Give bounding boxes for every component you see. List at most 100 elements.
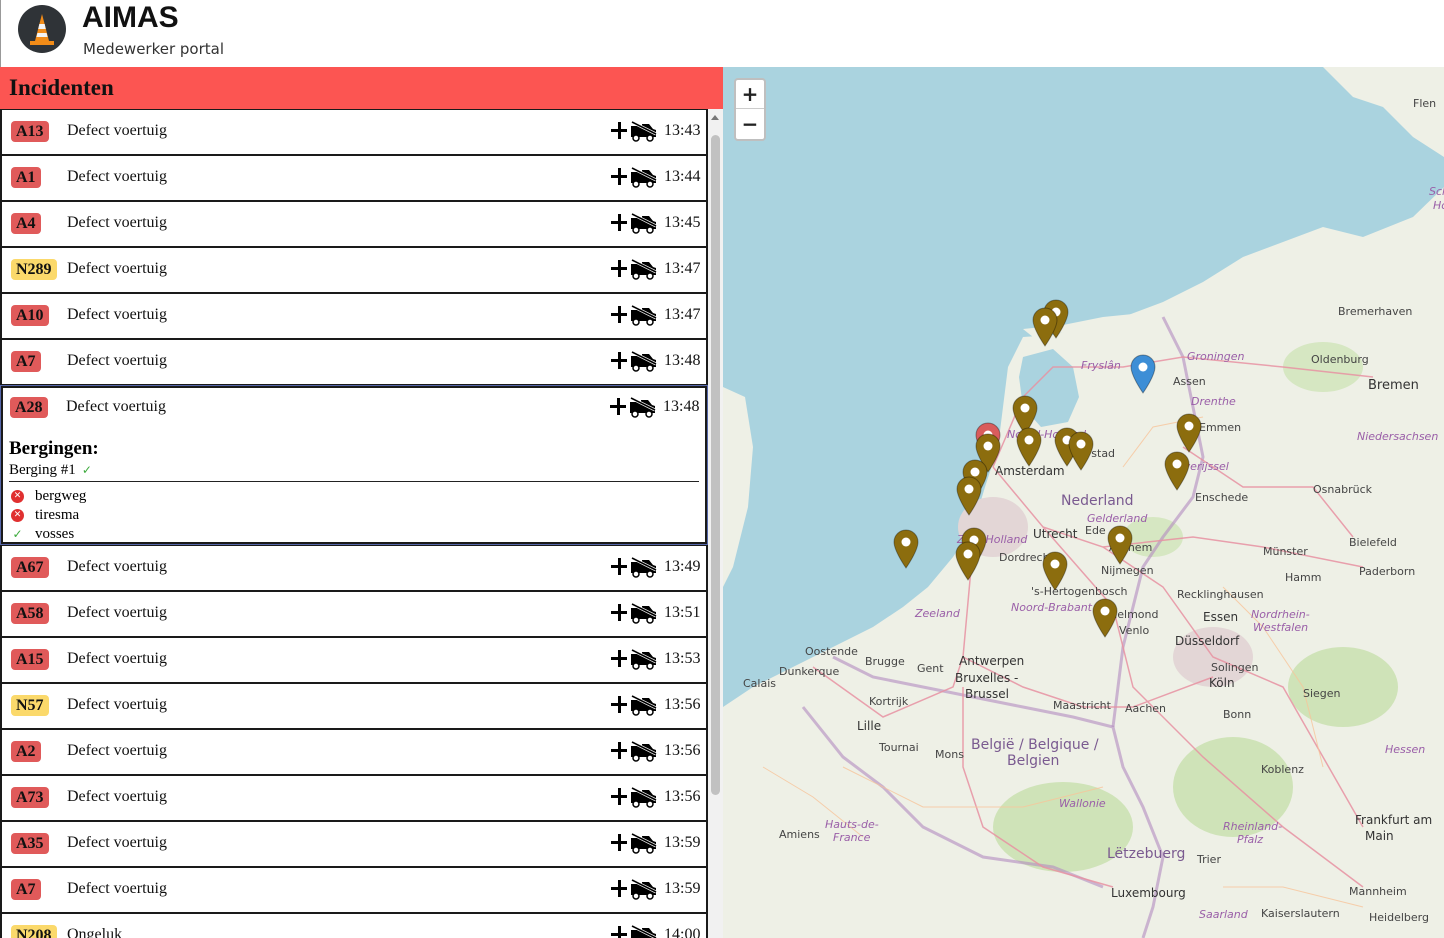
add-icon[interactable]: [611, 303, 627, 327]
add-icon[interactable]: [611, 211, 627, 235]
tow-truck-icon[interactable]: [630, 258, 658, 280]
add-icon[interactable]: [611, 831, 627, 855]
incident-row[interactable]: A73 Defect voertuig 13:56: [2, 776, 706, 820]
add-icon[interactable]: [611, 693, 627, 717]
add-icon[interactable]: [611, 647, 627, 671]
incident-row[interactable]: A15 Defect voertuig 13:53: [2, 638, 706, 682]
map-marker-pin-icon[interactable]: [1107, 525, 1133, 565]
incident-row[interactable]: A10 Defect voertuig 13:47: [2, 294, 706, 338]
incident-item[interactable]: A2 Defect voertuig 13:56: [0, 729, 708, 775]
tow-truck-icon[interactable]: [630, 832, 658, 854]
incident-item[interactable]: A28 Defect voertuig 13:48 Bergingen: Berging…: [0, 385, 708, 545]
tow-truck-icon[interactable]: [630, 350, 658, 372]
map-marker-pin-icon[interactable]: [956, 476, 982, 516]
tow-truck-icon[interactable]: [630, 878, 658, 900]
incident-row[interactable]: A13 Defect voertuig 13:43: [2, 110, 706, 154]
map-place-label: Mannheim: [1349, 885, 1407, 898]
tow-truck-icon[interactable]: [630, 556, 658, 578]
incident-item[interactable]: A13 Defect voertuig 13:43: [0, 109, 708, 155]
incident-item[interactable]: A7 Defect voertuig 13:48: [0, 339, 708, 385]
incident-row[interactable]: A58 Defect voertuig 13:51: [2, 592, 706, 636]
incident-time: 13:47: [664, 306, 701, 323]
add-icon[interactable]: [611, 601, 627, 625]
map-marker-pin-icon[interactable]: [1164, 451, 1190, 491]
berging-label: Berging #1: [9, 462, 76, 478]
zoom-in-button[interactable]: +: [736, 80, 764, 109]
map-place-label: Antwerpen: [959, 654, 1025, 668]
tow-truck-icon[interactable]: [630, 648, 658, 670]
rejected-x-icon: ✕: [11, 509, 24, 522]
add-icon[interactable]: [611, 257, 627, 281]
scroll-up-arrow-icon[interactable]: [711, 115, 719, 120]
incident-item[interactable]: A73 Defect voertuig 13:56: [0, 775, 708, 821]
map-marker-pin-icon[interactable]: [1032, 307, 1058, 347]
scrollbar[interactable]: [708, 109, 723, 938]
map-place-label: Brussel: [965, 687, 1009, 701]
map-marker-pin-icon[interactable]: [955, 541, 981, 581]
incident-item[interactable]: A7 Defect voertuig 13:59: [0, 867, 708, 913]
add-icon[interactable]: [611, 877, 627, 901]
add-icon[interactable]: [611, 923, 627, 938]
incident-row[interactable]: N208 Ongeluk 14:00: [2, 914, 706, 938]
road-badge: A7: [11, 879, 41, 900]
berging-header[interactable]: Berging #1 ✓: [9, 462, 699, 482]
add-icon[interactable]: [611, 555, 627, 579]
map-place-label: Utrecht: [1033, 527, 1078, 541]
add-icon[interactable]: [611, 119, 627, 143]
map-marker-pin-icon[interactable]: [1092, 598, 1118, 638]
incident-row[interactable]: A7 Defect voertuig 13:48: [2, 340, 706, 384]
add-icon[interactable]: [611, 165, 627, 189]
tow-truck-icon[interactable]: [630, 694, 658, 716]
map-view[interactable]: + − Flen SchHo Bremerhaven Groningen Oldenbu…: [723, 67, 1444, 938]
incident-item[interactable]: A4 Defect voertuig 13:45: [0, 201, 708, 247]
incident-item[interactable]: A1 Defect voertuig 13:44: [0, 155, 708, 201]
tow-truck-icon[interactable]: [630, 740, 658, 762]
tow-truck-icon[interactable]: [630, 120, 658, 142]
map-place-label: Recklinghausen: [1177, 588, 1264, 601]
tow-truck-icon[interactable]: [630, 212, 658, 234]
add-icon[interactable]: [611, 739, 627, 763]
map-marker-pin-icon[interactable]: [1176, 413, 1202, 453]
tow-truck-icon[interactable]: [630, 304, 658, 326]
incident-row[interactable]: A28 Defect voertuig 13:48: [1, 386, 707, 430]
map-marker-pin-icon[interactable]: [1068, 431, 1094, 471]
add-icon[interactable]: [611, 349, 627, 373]
incident-row[interactable]: A67 Defect voertuig 13:49: [2, 546, 706, 590]
add-icon[interactable]: [610, 395, 626, 419]
map-place-label: Lëtzebuerg: [1107, 846, 1186, 862]
map-marker-pin-icon[interactable]: [1130, 354, 1156, 394]
map-marker-pin-icon[interactable]: [1042, 551, 1068, 591]
incident-panel: Incidenten A13 Defect voertuig 13:43 A1 Defe…: [0, 67, 723, 938]
tow-truck-icon[interactable]: [629, 396, 657, 418]
map-place-label: Trier: [1197, 853, 1221, 866]
incident-row[interactable]: A35 Defect voertuig 13:59: [2, 822, 706, 866]
incident-row[interactable]: A7 Defect voertuig 13:59: [2, 868, 706, 912]
road-badge: A67: [11, 557, 49, 578]
incident-item[interactable]: N57 Defect voertuig 13:56: [0, 683, 708, 729]
incident-item[interactable]: N208 Ongeluk 14:00: [0, 913, 708, 938]
map-marker-pin-icon[interactable]: [893, 529, 919, 569]
tow-truck-icon[interactable]: [630, 602, 658, 624]
map-marker-pin-icon[interactable]: [1016, 427, 1042, 467]
incident-time: 13:53: [664, 650, 701, 667]
incident-row[interactable]: A1 Defect voertuig 13:44: [2, 156, 706, 200]
incident-row[interactable]: A2 Defect voertuig 13:56: [2, 730, 706, 774]
incident-item[interactable]: A58 Defect voertuig 13:51: [0, 591, 708, 637]
incident-item[interactable]: A10 Defect voertuig 13:47: [0, 293, 708, 339]
tow-truck-icon[interactable]: [630, 924, 658, 938]
incident-item[interactable]: A35 Defect voertuig 13:59: [0, 821, 708, 867]
map-place-label: Mons: [935, 748, 964, 761]
tow-truck-icon[interactable]: [630, 166, 658, 188]
incident-description: Defect voertuig: [67, 306, 167, 323]
incident-row[interactable]: N289 Defect voertuig 13:47: [2, 248, 706, 292]
scroll-thumb[interactable]: [711, 135, 720, 795]
incident-item[interactable]: A67 Defect voertuig 13:49: [0, 545, 708, 591]
zoom-out-button[interactable]: −: [736, 110, 764, 139]
tow-truck-icon[interactable]: [630, 786, 658, 808]
add-icon[interactable]: [611, 785, 627, 809]
incident-item[interactable]: N289 Defect voertuig 13:47: [0, 247, 708, 293]
incident-description: Defect voertuig: [67, 788, 167, 805]
incident-row[interactable]: N57 Defect voertuig 13:56: [2, 684, 706, 728]
incident-item[interactable]: A15 Defect voertuig 13:53: [0, 637, 708, 683]
incident-row[interactable]: A4 Defect voertuig 13:45: [2, 202, 706, 246]
